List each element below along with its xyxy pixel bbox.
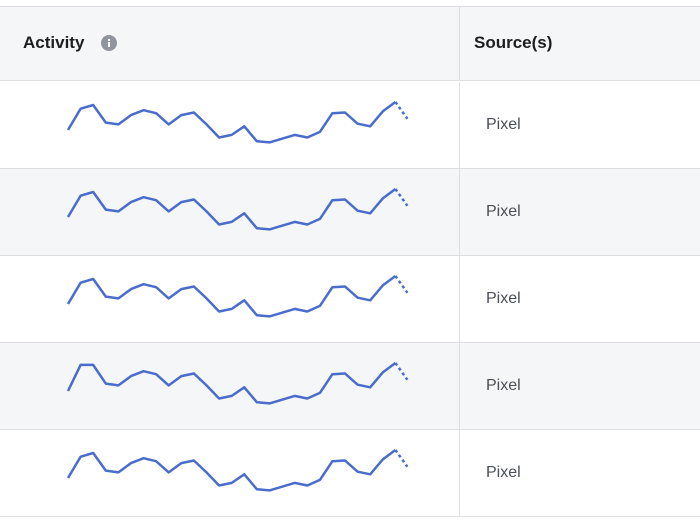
activity-sparkline <box>66 448 409 492</box>
activity-projection-line <box>394 449 409 468</box>
table-row[interactable]: Pixel <box>0 169 700 256</box>
column-divider <box>459 256 460 342</box>
source-label: Pixel <box>486 203 521 220</box>
source-label: Pixel <box>486 464 521 481</box>
column-divider <box>459 169 460 255</box>
table-header: Activity Source(s) <box>0 6 700 81</box>
activity-line <box>66 448 397 492</box>
activity-line <box>66 100 397 144</box>
activity-projection-line <box>394 362 409 381</box>
activity-projection-line <box>394 275 409 294</box>
activity-sparkline <box>66 361 409 405</box>
info-icon[interactable] <box>101 35 117 51</box>
activity-line <box>66 274 397 318</box>
activity-sparkline <box>66 100 409 144</box>
table-row[interactable]: Pixel <box>0 430 700 517</box>
table-row[interactable]: Pixel <box>0 82 700 169</box>
column-divider <box>459 82 460 168</box>
column-divider <box>459 7 460 80</box>
activity-projection-line <box>394 188 409 207</box>
column-divider <box>459 343 460 429</box>
source-label: Pixel <box>486 290 521 307</box>
activity-sparkline <box>66 187 409 231</box>
source-label: Pixel <box>486 377 521 394</box>
column-header-activity[interactable]: Activity <box>23 33 84 53</box>
source-label: Pixel <box>486 116 521 133</box>
audience-table: Activity Source(s) Pixel Pixel Pixel Pixel P… <box>0 0 700 526</box>
column-header-sources[interactable]: Source(s) <box>474 33 552 53</box>
activity-projection-line <box>394 101 409 120</box>
activity-sparkline <box>66 274 409 318</box>
table-row[interactable]: Pixel <box>0 256 700 343</box>
column-divider <box>459 430 460 516</box>
table-row[interactable]: Pixel <box>0 343 700 430</box>
activity-line <box>66 361 397 405</box>
activity-line <box>66 187 397 231</box>
